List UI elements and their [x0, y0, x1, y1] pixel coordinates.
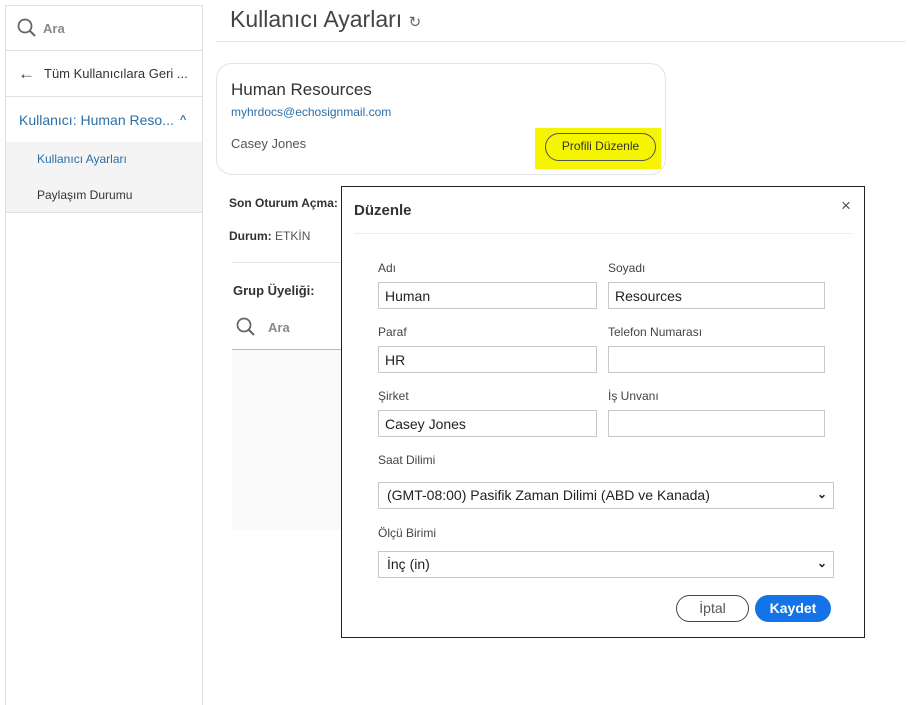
last-login-label: Son Oturum Açma:	[229, 196, 338, 210]
back-label: Tüm Kullanıcılara Geri ...	[44, 66, 188, 81]
sidebar-item-sharing-status[interactable]: Paylaşım Durumu	[37, 188, 132, 202]
sidebar-item-user-settings[interactable]: Kullanıcı Ayarları	[37, 152, 127, 166]
search-icon	[17, 18, 36, 37]
profile-company: Casey Jones	[231, 136, 307, 151]
phone-input[interactable]	[608, 346, 825, 373]
status-row: Durum: ETKİN	[229, 229, 310, 243]
first-name-label: Adı	[378, 261, 397, 275]
sidebar: Ara ← Tüm Kullanıcılara Geri ... Kullanı…	[5, 5, 203, 705]
chevron-up-icon: ^	[179, 113, 187, 126]
company-label: Şirket	[378, 389, 409, 403]
chevron-down-icon: ⌄	[816, 556, 827, 570]
sidebar-subnav: Kullanıcı Ayarları Paylaşım Durumu	[6, 142, 202, 213]
status-value: ETKİN	[275, 229, 311, 243]
sidebar-search[interactable]: Ara	[6, 6, 202, 51]
search-placeholder: Ara	[43, 20, 65, 36]
last-name-input[interactable]: Resources	[608, 282, 825, 309]
group-list	[232, 350, 342, 530]
refresh-icon[interactable]: ↻	[409, 14, 422, 31]
edit-dialog: Düzenle × Adı Human Soyadı Resources Par…	[341, 186, 865, 638]
group-search-placeholder: Ara	[268, 319, 290, 335]
timezone-select[interactable]: (GMT-08:00) Pasifik Zaman Dilimi (ABD ve…	[378, 482, 834, 509]
back-to-users-link[interactable]: ← Tüm Kullanıcılara Geri ...	[6, 51, 202, 97]
group-membership-label: Grup Üyeliği:	[233, 283, 315, 298]
unit-label: Ölçü Birimi	[378, 526, 437, 540]
profile-card: Human Resources myhrdocs@echosignmail.co…	[216, 63, 666, 175]
phone-label: Telefon Numarası	[608, 325, 703, 339]
dialog-title: Düzenle	[354, 202, 412, 219]
highlight: Profili Düzenle	[535, 128, 661, 169]
user-label: Kullanıcı: Human Reso...	[19, 111, 174, 128]
job-title-label: İş Unvanı	[608, 389, 659, 403]
first-name-input[interactable]: Human	[378, 282, 597, 309]
initials-input[interactable]: HR	[378, 346, 597, 373]
cancel-button[interactable]: İptal	[676, 595, 749, 622]
divider	[232, 262, 342, 263]
chevron-down-icon: ⌄	[816, 487, 827, 501]
search-icon	[236, 317, 255, 336]
group-search[interactable]: Ara	[236, 317, 290, 337]
divider	[216, 41, 906, 42]
job-title-input[interactable]	[608, 410, 825, 437]
status-label: Durum:	[229, 229, 272, 243]
company-input[interactable]: Casey Jones	[378, 410, 597, 437]
user-section-toggle[interactable]: Kullanıcı: Human Reso... ^	[6, 97, 202, 142]
timezone-label: Saat Dilimi	[378, 453, 436, 467]
last-name-label: Soyadı	[608, 261, 646, 275]
close-icon[interactable]: ×	[841, 196, 851, 216]
profile-email: myhrdocs@echosignmail.com	[231, 105, 392, 119]
unit-select[interactable]: İnç (in) ⌄	[378, 551, 834, 578]
timezone-value: (GMT-08:00) Pasifik Zaman Dilimi (ABD ve…	[387, 487, 710, 503]
save-button[interactable]: Kaydet	[755, 595, 831, 622]
edit-profile-button[interactable]: Profili Düzenle	[545, 133, 656, 161]
arrow-left-icon: ←	[18, 63, 35, 83]
divider	[354, 233, 852, 234]
page-title: Kullanıcı Ayarları ↻	[230, 6, 422, 32]
unit-value: İnç (in)	[387, 556, 430, 572]
initials-label: Paraf	[378, 325, 407, 339]
profile-name: Human Resources	[231, 80, 372, 99]
